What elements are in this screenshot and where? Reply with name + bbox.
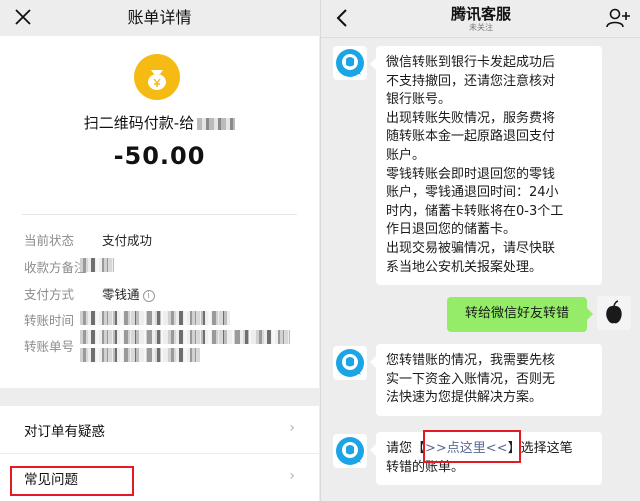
message-line: 随转账本金一起原路退回支付 (386, 129, 556, 145)
chat-bubble-me: 转给微信好友转错 (447, 297, 593, 332)
message-line: 系当地公安机关报案处理。 (386, 259, 543, 275)
message-line: 实一下资金入账情况，否则无 (386, 371, 556, 387)
money-bag-icon (134, 54, 180, 100)
message-line: 微信转账到银行卡发起成功后 (386, 55, 556, 70)
highlight-box-link (423, 430, 521, 463)
chat-subtitle: 未关注 (469, 23, 493, 32)
chevron-right-icon: › (289, 420, 295, 436)
add-user-icon[interactable] (605, 6, 631, 30)
detail-label: 转账单号 (24, 339, 75, 354)
merchant-name: 扫二维码付款-给 (0, 112, 319, 133)
detail-value: 零钱通 i (102, 284, 155, 303)
service-avatar-icon[interactable] (333, 346, 367, 380)
chat-bubble-service: 微信转账到银行卡发起成功后 不支持撤回，还请您注意核对 银行账号。 出现转账失败… (370, 46, 602, 286)
bill-details-panel: 账单详情 扫二维码付款-给 -50.00 当前状态 支付成功 收款方备注 支付方… (0, 0, 319, 501)
chat-panel: 腾讯客服 未关注 微信转账到银行卡发起成功后 不支持撤回，还请您注意核对 银行账… (320, 0, 640, 501)
message-line: 出现交易被骗情况，请尽快联 (386, 240, 556, 256)
detail-label: 当前状态 (24, 233, 75, 248)
chat-bubble-service: 您转错账的情况，我需要先核 实一下资金入账情况，否则无 法快速为您提供解决方案。 (370, 344, 602, 416)
message-line: 转给微信好友转错 (464, 306, 569, 321)
service-avatar-icon[interactable] (333, 434, 367, 468)
detail-label: 收款方备注 (24, 260, 87, 275)
message-line: 不支持撤回，还请您注意核对 (386, 73, 556, 89)
message-line: 银行账号。 (386, 92, 452, 108)
chat-title: 腾讯客服 (450, 5, 511, 23)
redacted-payee-note (80, 258, 114, 272)
chat-topbar: 腾讯客服 未关注 (321, 0, 640, 38)
page-title: 账单详情 (127, 8, 192, 27)
service-avatar-icon[interactable] (333, 46, 367, 80)
message-line: 法快速为您提供解决方案。 (386, 390, 543, 406)
highlight-box-faq (10, 466, 134, 496)
message-line: 账户。 (386, 147, 426, 163)
redacted-transfer-time (80, 311, 230, 325)
detail-label: 支付方式 (24, 287, 75, 302)
payment-amount: -50.00 (113, 142, 206, 170)
detail-value: 支付成功 (102, 233, 153, 248)
info-icon[interactable]: i (142, 290, 155, 302)
message-line: 零钱转账会即时退回您的零钱 (386, 166, 556, 182)
detail-label: 转账时间 (24, 313, 75, 328)
menu-item-label: 对订单有疑惑 (24, 424, 105, 440)
redacted-transfer-id (80, 330, 290, 344)
redacted-transfer-id-line2 (80, 348, 200, 362)
message-line: 您转错账的情况，我需要先核 (386, 353, 556, 368)
menu-item-order-question[interactable]: 对订单有疑惑 › (0, 406, 319, 452)
user-avatar[interactable] (597, 296, 631, 330)
bill-topbar: 账单详情 (0, 0, 319, 36)
message-line: 时内，储蓄卡转账将在0-3个工 (386, 203, 564, 219)
divider (22, 214, 297, 215)
redacted-merchant (197, 117, 236, 130)
message-line: 账户，零钱通退回时间：24小 (386, 185, 559, 201)
chevron-right-icon: › (289, 468, 295, 484)
message-line: 出现转账失败情况，服务费将 (386, 110, 556, 126)
message-line: 作日退回您的储蓄卡。 (386, 222, 517, 238)
